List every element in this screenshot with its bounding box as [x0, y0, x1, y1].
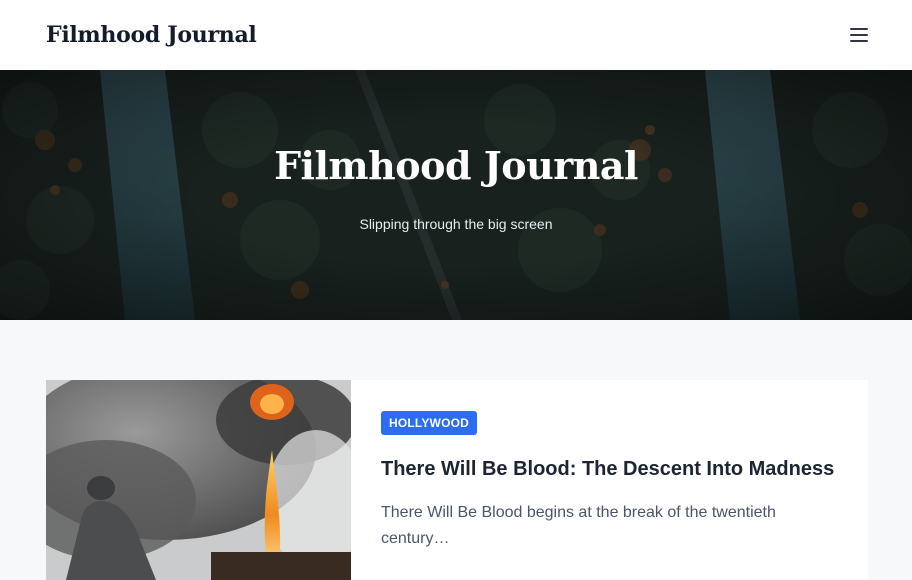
- post-thumbnail[interactable]: [46, 380, 351, 580]
- post-excerpt: There Will Be Blood begins at the break …: [381, 504, 776, 547]
- post-card-body: HOLLYWOOD There Will Be Blood: The Desce…: [351, 380, 864, 580]
- hero-tagline: Slipping through the big screen: [359, 215, 553, 232]
- hero-title: Filmhood Journal: [274, 142, 638, 188]
- site-title-link[interactable]: Filmhood Journal: [46, 22, 257, 48]
- post-title-link[interactable]: There Will Be Blood: The Descent Into Ma…: [381, 456, 834, 482]
- post-list: HOLLYWOOD There Will Be Blood: The Desce…: [0, 320, 912, 580]
- post-card: HOLLYWOOD There Will Be Blood: The Desce…: [46, 380, 868, 580]
- post-thumbnail-image: [46, 380, 351, 580]
- hero-text: Filmhood Journal Slipping through the bi…: [0, 70, 912, 320]
- category-badge[interactable]: HOLLYWOOD: [381, 411, 478, 435]
- hero-banner: Filmhood Journal Slipping through the bi…: [0, 70, 912, 320]
- site-header: Filmhood Journal: [0, 0, 912, 70]
- hamburger-menu-icon[interactable]: [850, 28, 868, 42]
